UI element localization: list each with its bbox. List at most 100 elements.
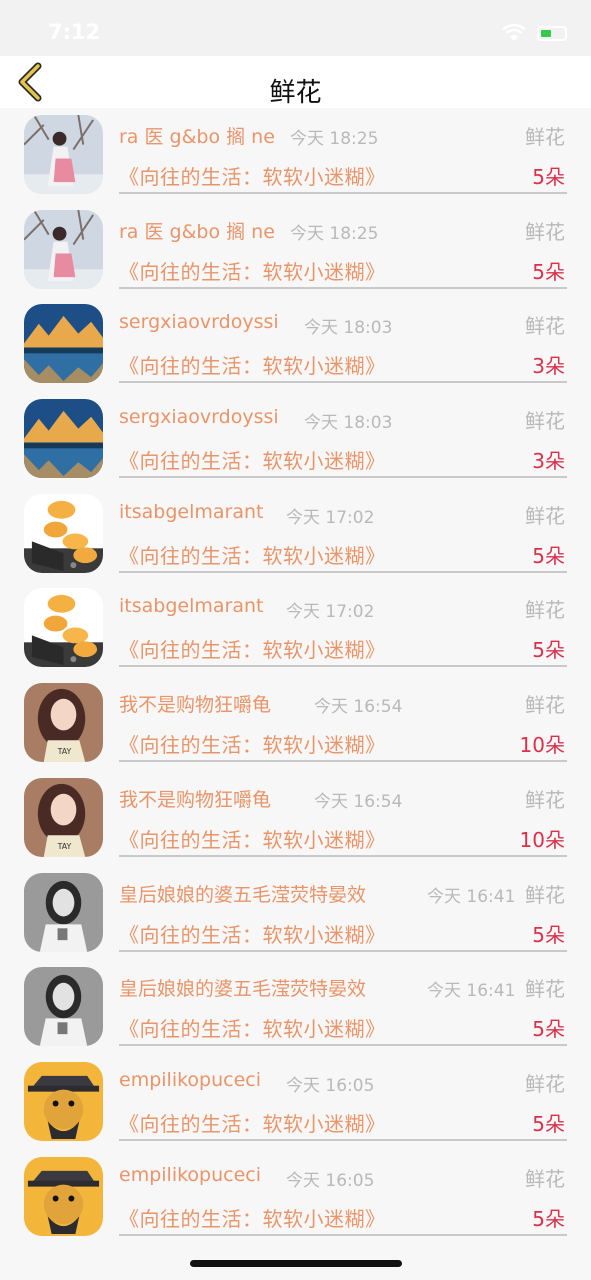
list-item[interactable]: empilikopuceci 今天 16:05 鲜花《向往的生活：软软小迷糊》 5朵 [0,1055,591,1150]
gift-record-list: ra 医 g&bo 搁 ne 今天 18:25 鲜花 《向往的生活：软软小迷糊》 5朵 r… [0,108,591,1244]
avatar[interactable] [24,115,103,194]
list-item[interactable]: TAY 我不是购物狂嚼龟 今天 16:54 鲜花《向往的生活：软软小迷糊》 10朵 [0,771,591,866]
avatar[interactable]: TAY [24,683,103,763]
list-item[interactable]: itsabgelmarant 今天 17:02 鲜花 《向往的生活：软软小迷糊》 5朵 [0,581,591,676]
divider [119,192,567,194]
send-time: 今天 17:02 [286,602,375,623]
gift-count: 5朵 [532,922,565,947]
gift-type: 鲜花 [525,503,565,528]
gift-target: 《向往的生活：软软小迷糊》 [119,259,386,284]
list-item[interactable]: sergxiaovrdoyssi 今天 18:03 鲜花《向往的生活：软软小迷糊》 3… [0,297,591,392]
list-item[interactable]: TAY 我不是购物狂嚼龟 今天 16:54 鲜花《向往的生活：软软小迷糊》 10朵 [0,676,591,771]
gift-type: 鲜花 [525,1071,565,1096]
sender-name: itsabgelmarant [119,500,264,523]
avatar[interactable] [24,872,103,952]
gift-type: 鲜花 [525,219,565,244]
gift-target: 《向往的生活：软软小迷糊》 [119,449,386,474]
divider [119,570,567,573]
avatar[interactable] [24,209,103,289]
sender-name: empilikopuceci [119,1068,262,1091]
sender-name: 皇后娘娘的婆五毛滢荧特晏效 [119,978,367,1001]
avatar[interactable] [24,493,103,573]
divider [119,476,567,479]
list-item[interactable]: ra 医 g&bo 搁 ne 今天 18:25 鲜花《向往的生活：软软小迷糊》 5朵 [0,203,591,298]
avatar[interactable] [24,588,103,668]
send-time: 今天 16:41 [427,981,516,1002]
gift-type: 鲜花 [525,1166,565,1191]
gift-type: 鲜花 [525,693,565,718]
gift-type: 鲜花 [525,409,565,434]
gift-target: 《向往的生活：软软小迷糊》 [119,922,386,947]
avatar[interactable]: TAY [24,777,103,857]
gift-target: 《向往的生活：软软小迷糊》 [119,1017,386,1042]
sender-name: 皇后娘娘的婆五毛滢荧特晏效 [119,883,367,906]
gift-count: 3朵 [532,354,565,379]
gift-count: 5朵 [532,259,565,284]
send-time: 今天 17:02 [286,507,375,528]
gift-type: 鲜花 [525,314,565,339]
avatar[interactable] [24,1061,103,1141]
send-time: 今天 18:03 [304,318,393,339]
gift-count: 5朵 [532,165,565,189]
gift-type: 鲜花 [525,598,565,623]
gift-type: 鲜花 [525,977,565,1002]
gift-count: 10朵 [519,733,565,758]
divider [119,760,567,763]
gift-count: 3朵 [532,449,565,474]
divider [119,381,567,384]
send-time: 今天 16:54 [314,791,403,812]
send-time: 今天 18:25 [290,129,379,149]
sender-name: ra 医 g&bo 搁 ne [119,220,275,243]
gift-target: 《向往的生活：软软小迷糊》 [119,827,386,852]
nav-bar: 鲜花 [0,56,591,108]
send-time: 今天 16:05 [286,1075,375,1096]
svg-text:TAY: TAY [57,747,72,756]
list-item[interactable]: 皇后娘娘的婆五毛滢荧特晏效 今天 16:41 鲜花《向往的生活：软软小迷糊》 5朵 [0,866,591,961]
gift-target: 《向往的生活：软软小迷糊》 [119,733,386,758]
gift-count: 5朵 [532,1206,565,1231]
home-indicator [190,1260,402,1267]
gift-type: 鲜花 [525,125,565,149]
divider [119,665,567,668]
gift-target: 《向往的生活：软软小迷糊》 [119,1111,386,1136]
page-title: 鲜花 [269,78,322,108]
gift-count: 5朵 [532,1111,565,1136]
divider [119,1233,567,1236]
sender-name: 我不是购物狂嚼龟 [119,694,272,717]
send-time: 今天 16:41 [427,886,516,907]
avatar[interactable] [24,304,103,384]
list-item[interactable]: ra 医 g&bo 搁 ne 今天 18:25 鲜花 《向往的生活：软软小迷糊》 5朵 [0,108,591,203]
gift-count: 5朵 [532,1017,565,1042]
gift-count: 10朵 [519,827,565,852]
sender-name: 我不是购物狂嚼龟 [119,788,272,811]
gift-target: 《向往的生活：软软小迷糊》 [119,354,386,379]
divider [119,854,567,857]
battery-icon [537,25,567,41]
send-time: 今天 16:05 [286,1170,375,1191]
list-item[interactable]: empilikopuceci 今天 16:05 鲜花《向往的生活：软软小迷糊》 5朵 [0,1150,591,1245]
wifi-icon [502,24,526,41]
avatar[interactable] [24,967,103,1047]
avatar[interactable] [24,1156,103,1236]
divider [119,949,567,952]
gift-target: 《向往的生活：软软小迷糊》 [119,638,386,663]
list-item[interactable]: 皇后娘娘的婆五毛滢荧特晏效 今天 16:41 鲜花《向往的生活：软软小迷糊》 5朵 [0,960,591,1055]
send-time: 今天 18:03 [304,413,393,434]
list-item[interactable]: sergxiaovrdoyssi 今天 18:03 鲜花 《向往的生活：软软小迷糊》 3… [0,392,591,487]
status-icons [501,24,567,42]
gift-target: 《向往的生活：软软小迷糊》 [119,1206,386,1231]
send-time: 今天 18:25 [290,223,379,244]
sender-name: itsabgelmarant [119,595,264,618]
gift-count: 5朵 [532,543,565,568]
avatar[interactable] [24,399,103,479]
gift-type: 鲜花 [525,787,565,812]
list-item[interactable]: itsabgelmarant 今天 17:02 鲜花《向往的生活：软软小迷糊》 5朵 [0,487,591,582]
divider [119,1138,567,1141]
sender-name: ra 医 g&bo 搁 ne [119,126,275,148]
svg-text:TAY: TAY [57,842,72,851]
gift-target: 《向往的生活：软软小迷糊》 [119,543,386,568]
sender-name: sergxiaovrdoyssi [119,311,279,334]
send-time: 今天 16:54 [314,697,403,718]
sender-name: empilikopuceci [119,1163,262,1186]
gift-type: 鲜花 [525,882,565,907]
